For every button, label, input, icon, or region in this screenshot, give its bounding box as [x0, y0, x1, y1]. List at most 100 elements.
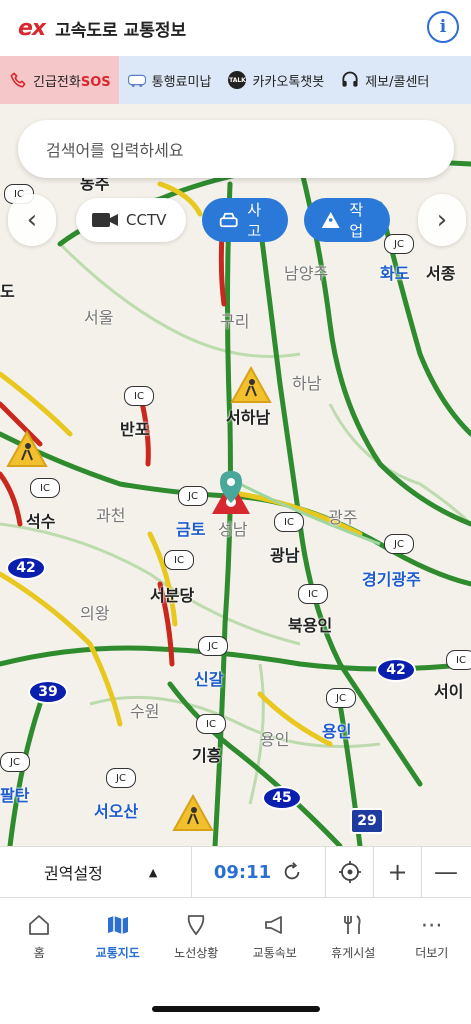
app-title: 고속도로 교통정보 — [55, 20, 187, 41]
place-label-seosan: 서오산 — [94, 802, 139, 821]
search-input[interactable]: 검색어를 입력하세요 — [18, 120, 454, 178]
ic-badge[interactable]: IC — [274, 512, 304, 532]
place-label-paltan: 팔탄 — [0, 786, 30, 805]
jc-badge[interactable]: JC — [326, 688, 356, 708]
quick-menu-bar: 긴급전화SOS 통행료미납 TALK 카카오톡챗봇 제보/콜센터 — [0, 56, 471, 104]
filter-next-button[interactable]: › — [418, 194, 466, 246]
my-location-button[interactable] — [326, 846, 374, 898]
place-label-seohanam: 서하남 — [226, 408, 271, 427]
headset-icon — [340, 70, 360, 90]
restaurant-icon — [340, 912, 366, 938]
refresh-button[interactable]: 09:11 — [192, 846, 326, 898]
highway-shield: 45 — [262, 786, 302, 810]
more-icon: ⋯ — [420, 912, 443, 938]
toll-unpaid-button[interactable]: 통행료미납 — [119, 56, 220, 104]
highway-shield: 39 — [28, 680, 68, 704]
chevron-left-icon: ‹ — [26, 205, 38, 235]
jc-badge[interactable]: JC — [198, 636, 228, 656]
highway-shield: 42 — [6, 556, 46, 580]
zoom-in-button[interactable]: + — [374, 846, 422, 898]
tab-traffic-map[interactable]: 교통지도 — [79, 898, 158, 988]
jc-badge[interactable]: JC — [106, 768, 136, 788]
info-button[interactable]: i — [427, 11, 459, 43]
place-label-hanam: 하남 — [292, 374, 322, 393]
place-label-seojong: 서종 — [426, 264, 456, 283]
tab-home[interactable]: 홈 — [0, 898, 79, 988]
info-icon: i — [439, 17, 447, 37]
route-icon — [183, 912, 209, 938]
place-label-banpo: 반포 — [120, 420, 150, 439]
toll-icon — [127, 70, 147, 90]
work-zone-icon[interactable] — [230, 366, 272, 404]
place-label-uiwang: 의왕 — [80, 604, 110, 623]
tab-label: 교통지도 — [95, 946, 140, 960]
map-icon — [105, 912, 131, 938]
jc-badge[interactable]: JC — [384, 534, 414, 554]
accident-filter-button[interactable]: 사고 — [202, 198, 288, 242]
cctv-filter-button[interactable]: CCTV — [76, 198, 186, 242]
work-zone-icon[interactable] — [172, 794, 214, 832]
filter-prev-button[interactable]: ‹ — [8, 194, 56, 246]
place-label-suwon: 수원 — [130, 702, 160, 721]
place-label-namyangju: 남양주 — [284, 264, 329, 283]
ic-badge[interactable]: IC — [164, 550, 194, 570]
place-label-hwado: 화도 — [380, 264, 410, 283]
place-label-geumto: 금토 — [176, 520, 206, 539]
work-zone-icon[interactable] — [6, 430, 48, 468]
place-label-gyeonggigwangju: 경기광주 — [362, 570, 421, 589]
location-pin-icon — [220, 471, 242, 503]
emergency-sos-button[interactable]: 긴급전화SOS — [0, 56, 119, 104]
chevron-right-icon: › — [436, 205, 448, 235]
region-setting-dropdown[interactable]: 권역설정 ▲ — [0, 846, 192, 898]
place-label-singal: 신갈 — [194, 670, 224, 689]
kakaotalk-chatbot-label: 카카오톡챗봇 — [252, 74, 325, 90]
cctv-label: CCTV — [126, 211, 167, 229]
ic-badge[interactable]: IC — [298, 584, 328, 604]
triangle-up-icon: ▲ — [148, 865, 158, 879]
tab-traffic-news[interactable]: 교통속보 — [236, 898, 315, 988]
place-label-seoul: 서울 — [84, 308, 114, 327]
place-label-bukyongin: 북용인 — [288, 616, 333, 635]
ic-badge[interactable]: IC — [30, 478, 60, 498]
home-indicator — [152, 1006, 320, 1012]
region-label: 권역설정 — [44, 864, 103, 883]
car-accident-icon — [219, 212, 238, 228]
tab-rest-area[interactable]: 휴게시설 — [314, 898, 393, 988]
update-time: 09:11 — [213, 861, 272, 883]
place-label-giheung: 기흥 — [192, 746, 222, 765]
tab-route-status[interactable]: 노선상황 — [157, 898, 236, 988]
toll-unpaid-label: 통행료미납 — [151, 74, 212, 90]
map-control-bar: 권역설정 ▲ 09:11 + — — [0, 846, 471, 898]
crosshair-icon — [338, 861, 361, 883]
refresh-icon — [284, 862, 300, 880]
tab-label: 홈 — [33, 946, 45, 960]
search-placeholder: 검색어를 입력하세요 — [46, 141, 184, 160]
minus-icon: — — [434, 858, 458, 886]
kakaotalk-chatbot-button[interactable]: TALK 카카오톡챗봇 — [219, 56, 332, 104]
jc-badge[interactable]: JC — [178, 486, 208, 506]
place-label-do: 도 — [0, 282, 15, 301]
ic-badge[interactable]: IC — [446, 650, 471, 670]
app-logo: ex 고속도로 교통정보 — [18, 16, 186, 41]
work-filter-button[interactable]: 작업 — [304, 198, 390, 242]
filter-row: ‹ CCTV 사고 작업 › — [0, 194, 471, 248]
place-label-gwangnam: 광남 — [270, 546, 300, 565]
report-callcenter-button[interactable]: 제보/콜센터 — [332, 56, 437, 104]
place-label-gwacheon: 과천 — [96, 506, 126, 525]
place-label-seongnam: 성남 — [218, 520, 248, 539]
jc-badge[interactable]: JC — [0, 752, 30, 772]
ic-badge[interactable]: IC — [196, 714, 226, 734]
zoom-out-button[interactable]: — — [422, 846, 470, 898]
place-label-yongin-gray: 용인 — [260, 730, 290, 749]
highway-shield: 29 — [350, 808, 384, 834]
phone-icon — [8, 70, 28, 90]
accident-label: 사고 — [247, 201, 262, 240]
kakaotalk-icon: TALK — [227, 70, 247, 90]
ic-badge[interactable]: IC — [124, 386, 154, 406]
tab-label: 노선상황 — [174, 946, 219, 960]
tab-more[interactable]: ⋯ 더보기 — [393, 898, 471, 988]
report-callcenter-label: 제보/콜센터 — [365, 74, 430, 90]
bottom-tab-bar: 홈 교통지도 노선상황 교통속보 휴게시설 ⋯ 더보기 — [0, 898, 471, 988]
place-label-gwangju: 광주 — [328, 508, 358, 527]
megaphone-icon — [262, 912, 288, 938]
